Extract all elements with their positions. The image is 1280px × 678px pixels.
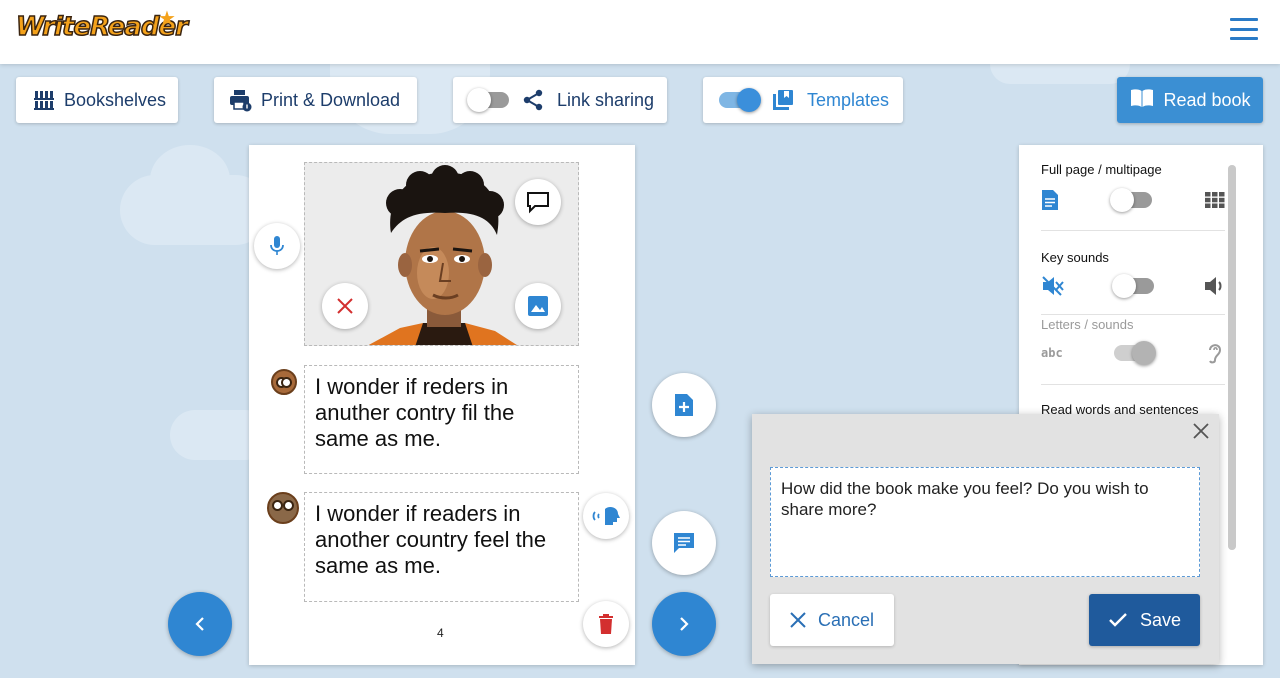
- bookshelves-label: Bookshelves: [64, 89, 167, 110]
- menu-icon[interactable]: [1230, 18, 1258, 40]
- close-icon: [337, 298, 353, 314]
- link-sharing-toggle[interactable]: [467, 88, 509, 112]
- print-download-label: Print & Download: [261, 89, 401, 110]
- full-page-toggle[interactable]: [1110, 188, 1152, 212]
- open-book-icon: [1129, 87, 1155, 114]
- link-sharing-button[interactable]: Link sharing: [453, 77, 667, 123]
- read-aloud-button[interactable]: [583, 493, 629, 539]
- share-icon: [521, 88, 545, 112]
- link-sharing-label: Link sharing: [557, 89, 655, 110]
- abc-letters-icon: abc: [1041, 346, 1063, 360]
- child-text-box[interactable]: I wonder if reders in anuther contry fil…: [304, 365, 579, 474]
- templates-button[interactable]: Templates: [703, 77, 903, 123]
- cancel-label: Cancel: [817, 609, 875, 630]
- chevron-left-icon: [195, 617, 204, 631]
- chevron-right-icon: [680, 617, 689, 631]
- read-book-button[interactable]: Read book: [1117, 77, 1263, 123]
- speech-bubble-icon: [527, 192, 549, 214]
- letters-sounds-row: abc: [1041, 338, 1225, 368]
- settings-divider: [1041, 230, 1225, 231]
- templates-toggle[interactable]: [719, 88, 761, 112]
- sound-on-icon: [1205, 277, 1222, 295]
- page-illustration[interactable]: [304, 162, 579, 346]
- templates-icon: [771, 88, 795, 112]
- checkmark-icon: [1109, 613, 1127, 627]
- cancel-x-icon: [790, 612, 806, 628]
- settings-scrollbar[interactable]: [1228, 165, 1236, 550]
- print-download-button[interactable]: Print & Download: [214, 77, 417, 123]
- speech-bubble-button[interactable]: [515, 179, 561, 225]
- full-page-label: Full page / multipage: [1041, 162, 1162, 177]
- comment-dialog: How did the book make you feel? Do you w…: [752, 414, 1219, 664]
- change-image-button[interactable]: [515, 283, 561, 329]
- key-sounds-toggle[interactable]: [1112, 274, 1154, 298]
- comment-textarea[interactable]: How did the book make you feel? Do you w…: [770, 467, 1200, 577]
- previous-page-button[interactable]: [168, 592, 232, 656]
- key-sounds-row: [1041, 271, 1225, 301]
- trash-icon: [599, 614, 613, 634]
- remove-image-button[interactable]: [322, 283, 368, 329]
- ear-icon: [1209, 344, 1222, 364]
- add-page-button[interactable]: [652, 373, 716, 437]
- multipage-grid-icon: [1205, 192, 1225, 208]
- cancel-button[interactable]: Cancel: [770, 594, 894, 646]
- page-number: 4: [437, 626, 444, 640]
- delete-page-button[interactable]: [583, 601, 629, 647]
- next-page-button[interactable]: [652, 592, 716, 656]
- settings-divider: [1041, 314, 1225, 315]
- templates-label: Templates: [807, 89, 890, 110]
- letters-sounds-label: Letters / sounds: [1041, 317, 1134, 332]
- comment-button[interactable]: [652, 511, 716, 575]
- comment-icon: [674, 533, 694, 553]
- letters-sounds-toggle[interactable]: [1113, 341, 1156, 365]
- close-icon: [1193, 423, 1209, 439]
- printer-icon: [228, 88, 252, 112]
- adult-text-box[interactable]: I wonder if readers in another country f…: [304, 492, 579, 602]
- settings-divider: [1041, 384, 1225, 385]
- single-page-icon: [1042, 190, 1058, 210]
- adult-owl-avatar-icon: [267, 492, 299, 524]
- dialog-close-button[interactable]: [1190, 420, 1212, 442]
- full-page-row: [1041, 185, 1225, 215]
- background-cloud: [120, 145, 270, 245]
- speaking-head-icon: [592, 506, 620, 525]
- child-owl-avatar-icon: [271, 369, 297, 395]
- bookshelf-icon: [32, 88, 56, 112]
- key-sounds-label: Key sounds: [1041, 250, 1109, 265]
- top-header: WriteReader ★: [0, 0, 1280, 64]
- bookshelves-button[interactable]: Bookshelves: [16, 77, 178, 123]
- add-page-icon: [675, 394, 693, 416]
- sound-off-icon: [1042, 276, 1064, 296]
- save-button[interactable]: Save: [1089, 594, 1200, 646]
- image-icon: [528, 296, 548, 316]
- microphone-icon: [270, 236, 284, 255]
- record-audio-button[interactable]: [254, 223, 300, 269]
- background-cloud: [990, 64, 1130, 84]
- read-book-label: Read book: [1163, 89, 1251, 110]
- book-page: I wonder if reders in anuther contry fil…: [249, 145, 635, 665]
- star-icon: ★: [158, 8, 176, 30]
- save-label: Save: [1139, 609, 1182, 630]
